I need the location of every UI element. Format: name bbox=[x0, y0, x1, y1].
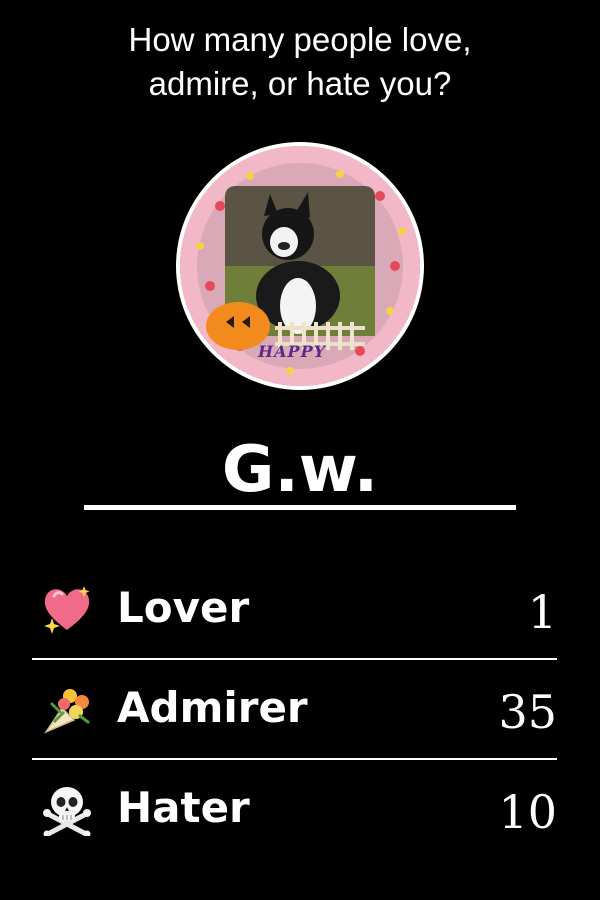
stat-value: 35 bbox=[498, 685, 557, 739]
stat-label: Lover bbox=[117, 583, 250, 632]
username: G.w. bbox=[221, 433, 379, 507]
sparkling-heart-icon bbox=[40, 582, 94, 636]
bouquet-icon bbox=[40, 682, 94, 736]
stat-row-hater: Hater 10 bbox=[32, 760, 557, 860]
avatar-image: HAPPY bbox=[180, 146, 420, 386]
question-line-2: admire, or hate you? bbox=[148, 65, 452, 102]
stat-label: Admirer bbox=[117, 683, 308, 732]
stat-row-lover: Lover 1 bbox=[32, 560, 557, 660]
username-underline bbox=[84, 505, 516, 510]
skull-crossbones-icon bbox=[40, 782, 94, 838]
stat-value: 10 bbox=[498, 785, 557, 839]
stat-label: Hater bbox=[117, 783, 250, 832]
avatar: HAPPY bbox=[176, 142, 424, 390]
stat-row-admirer: Admirer 35 bbox=[32, 660, 557, 760]
question-heading: How many people love, admire, or hate yo… bbox=[0, 18, 600, 106]
stat-value: 1 bbox=[527, 585, 557, 639]
question-line-1: How many people love, bbox=[128, 21, 472, 58]
avatar-caption: HAPPY bbox=[258, 342, 327, 361]
